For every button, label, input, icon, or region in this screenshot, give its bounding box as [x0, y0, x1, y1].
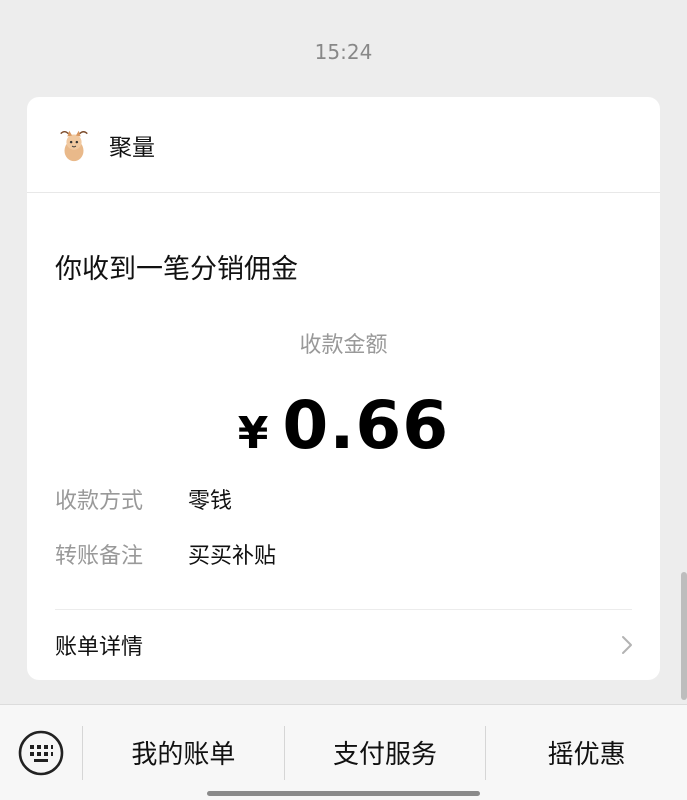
keyboard-toggle-button[interactable]: [0, 705, 82, 800]
message-timestamp: 15:24: [314, 40, 373, 64]
sender-name: 聚量: [109, 134, 155, 161]
amount-label: 收款金额: [299, 333, 388, 358]
payment-method-label: 收款方式: [55, 489, 144, 514]
payment-method-row: 收款方式 零钱: [55, 483, 232, 515]
scrollbar[interactable]: [681, 572, 687, 700]
transfer-note-row: 转账备注 买买补贴: [55, 538, 276, 570]
transfer-note-value: 买买补贴: [188, 544, 277, 569]
card-header[interactable]: 聚量: [27, 97, 660, 193]
amount-display: ¥ 0.66: [27, 387, 660, 464]
chevron-right-icon: [622, 636, 632, 654]
payment-notification-card[interactable]: 聚量 你收到一笔分销佣金 收款金额 ¥ 0.66 收款方式 零钱 转账备注 买买…: [27, 97, 660, 680]
currency-symbol: ¥: [237, 408, 269, 459]
menu-payment-services[interactable]: 支付服务: [285, 705, 486, 800]
transfer-note-label: 转账备注: [55, 544, 144, 569]
bottom-menu-bar: 我的账单 支付服务 摇优惠: [0, 704, 687, 800]
cat-avatar-icon: [55, 125, 93, 164]
menu-my-bills[interactable]: 我的账单: [83, 705, 284, 800]
bill-details-label: 账单详情: [55, 635, 144, 660]
notification-title: 你收到一笔分销佣金: [55, 254, 298, 285]
menu-shake-offers[interactable]: 摇优惠: [486, 705, 687, 800]
payment-method-value: 零钱: [188, 489, 233, 514]
amount-value: 0.66: [282, 387, 450, 464]
bill-details-link[interactable]: 账单详情: [27, 610, 660, 680]
keyboard-icon: [18, 730, 64, 775]
home-indicator[interactable]: [207, 791, 480, 796]
